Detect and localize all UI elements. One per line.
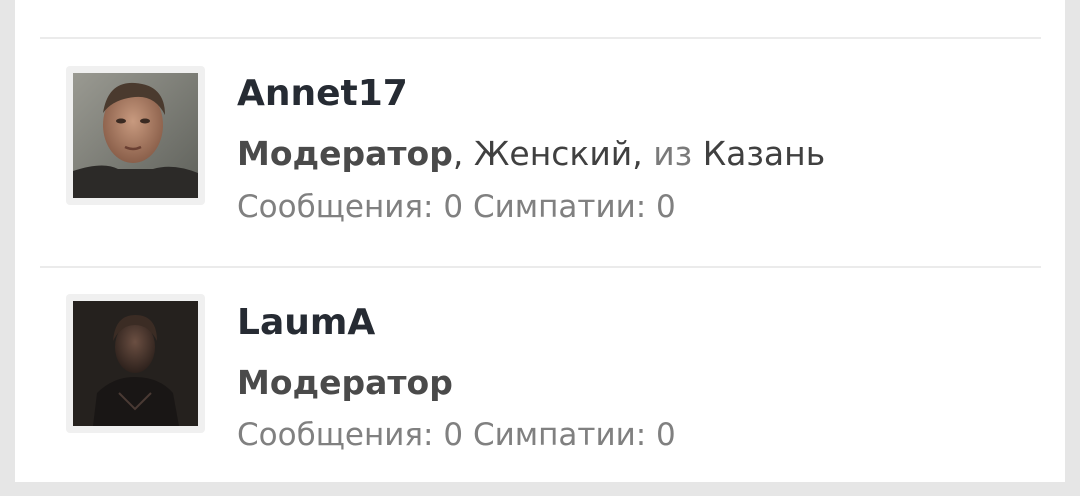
username-link[interactable]: Annet17: [237, 73, 408, 114]
user-photo-avatar-icon: [73, 301, 198, 426]
messages-count: 0: [443, 189, 464, 225]
role-label: Модератор: [237, 134, 453, 173]
messages-label: Сообщения:: [237, 189, 434, 225]
role-label: Модератор: [237, 363, 453, 402]
likes-label: Симпатии:: [472, 417, 647, 453]
messages-count: 0: [443, 417, 464, 453]
member-stats-line: Сообщения: 0 Симпатии: 0: [237, 417, 676, 453]
avatar[interactable]: [66, 294, 205, 433]
likes-label: Симпатии:: [472, 189, 647, 225]
separator: ,: [632, 134, 654, 173]
separator: ,: [452, 134, 474, 173]
member-info-line: Модератор: [237, 363, 453, 402]
likes-count: 0: [656, 417, 676, 453]
username-link[interactable]: LaumA: [237, 302, 375, 343]
member-list-item: LaumA Модератор Сообщения: 0 Симпатии: 0: [0, 268, 1080, 496]
location-link[interactable]: Казань: [703, 134, 825, 173]
member-info-line: Модератор, Женский, из Казань: [237, 134, 825, 173]
messages-label: Сообщения:: [237, 417, 434, 453]
likes-count: 0: [656, 189, 676, 225]
member-list-item: Annet17 Модератор, Женский, из Казань Со…: [0, 39, 1080, 267]
from-label: из: [653, 134, 703, 173]
user-photo-avatar-icon: [73, 73, 198, 198]
member-stats-line: Сообщения: 0 Симпатии: 0: [237, 189, 676, 225]
gender-label: Женский: [473, 134, 633, 173]
avatar[interactable]: [66, 66, 205, 205]
